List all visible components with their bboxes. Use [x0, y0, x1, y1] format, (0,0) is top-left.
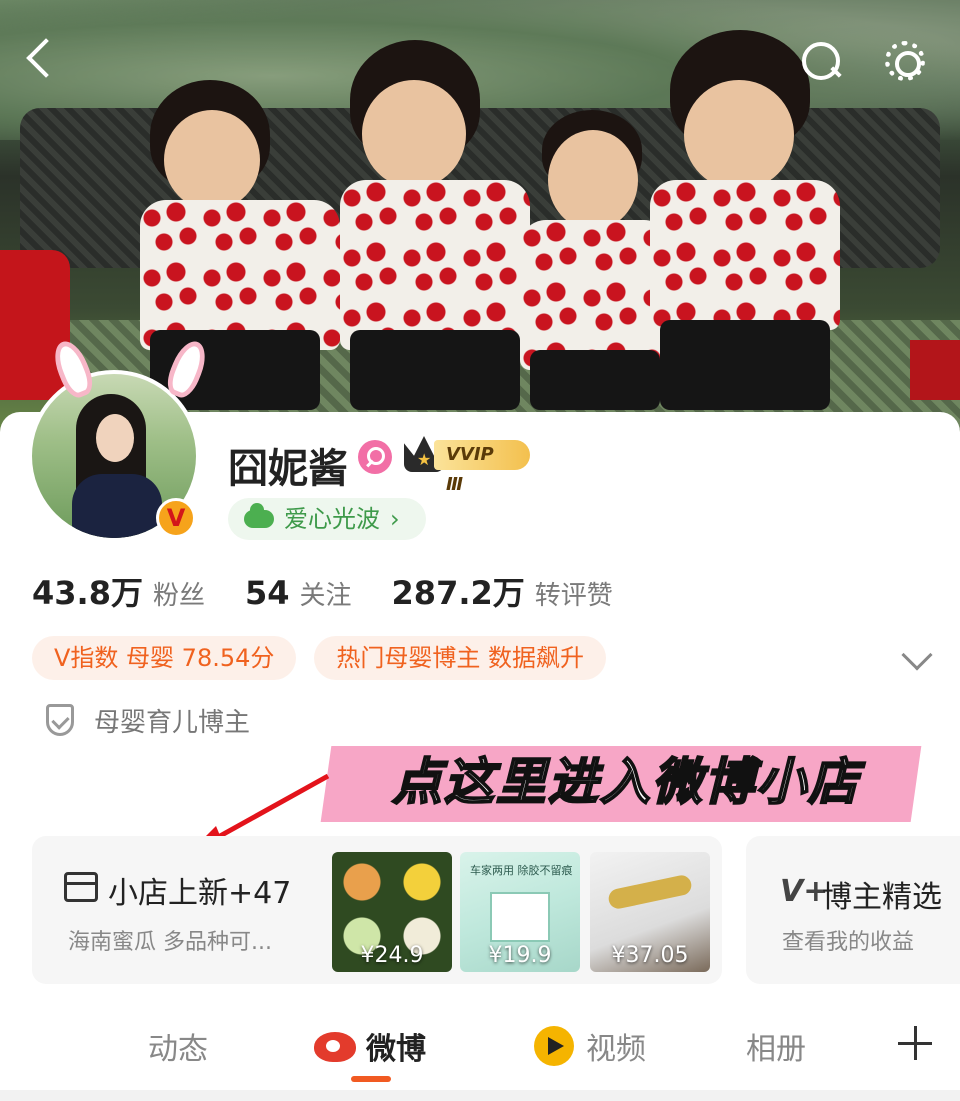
search-icon[interactable] — [800, 40, 840, 80]
product-thumbnail[interactable]: ¥24.9 — [332, 852, 452, 972]
chevron-right-icon: › — [390, 505, 400, 533]
shop-subtitle: 海南蜜瓜 多品种可... — [68, 930, 272, 955]
child-figure-1 — [120, 80, 340, 410]
tag-v-index[interactable]: V指数 母婴 78.54分 — [32, 636, 297, 680]
stat-following[interactable]: 54 关注 — [245, 574, 352, 612]
profile-tags: V指数 母婴 78.54分 热门母婴博主 数据飙升 — [32, 636, 607, 680]
love-wave-label: 爱心光波 — [284, 505, 380, 533]
picks-subtitle: 查看我的收益 — [782, 930, 915, 955]
product-price: ¥37.05 — [611, 943, 689, 968]
product-caption: 车家两用 除胶不留痕 — [470, 864, 573, 877]
blogger-picks-card[interactable]: V+ 博主精选 查看我的收益 — [746, 836, 960, 984]
category-label: 母婴育儿博主 — [94, 707, 251, 738]
tab-dynamic[interactable]: 动态 — [148, 1024, 208, 1068]
stat-likes[interactable]: 287.2万 转评赞 — [392, 568, 613, 614]
gondola-frame-right — [910, 340, 960, 400]
tab-album[interactable]: 相册 — [746, 1024, 806, 1068]
picks-title: 博主精选 — [822, 880, 942, 915]
product-price: ¥24.9 — [360, 943, 424, 968]
video-icon — [534, 1026, 574, 1066]
vvip-label: VVIP Ⅲ — [434, 440, 530, 495]
tag-hot-blogger[interactable]: 热门母婴博主 数据飙升 — [314, 636, 607, 680]
divider — [0, 1090, 960, 1101]
shop-title: 小店上新+47 — [108, 876, 292, 911]
profile-name: 囧妮酱 — [228, 446, 348, 492]
shop-card[interactable]: 小店上新+47 海南蜜瓜 多品种可... ¥24.9 车家两用 除胶不留痕 ¥1… — [32, 836, 722, 984]
child-figure-2 — [330, 40, 530, 410]
avatar[interactable]: V — [28, 336, 212, 542]
love-wave-button[interactable]: 爱心光波 › — [228, 498, 426, 540]
product-thumbnail[interactable]: 车家两用 除胶不留痕 ¥19.9 — [460, 852, 580, 972]
active-tab-indicator — [351, 1076, 391, 1082]
stat-followers[interactable]: 43.8万 粉丝 — [32, 568, 205, 614]
tab-weibo[interactable]: 微博 — [366, 1024, 426, 1068]
settings-icon[interactable] — [882, 38, 926, 82]
back-icon[interactable] — [22, 34, 62, 84]
stat-label: 粉丝 — [152, 581, 205, 611]
plus-icon[interactable] — [898, 1026, 932, 1060]
profile-tabs: 动态 微博 视频 相册 — [0, 1010, 960, 1090]
verified-v-icon: V — [156, 498, 196, 538]
product-price: ¥19.9 — [488, 943, 552, 968]
stat-value: 287.2万 — [391, 574, 525, 612]
shield-icon — [46, 704, 74, 736]
shop-icon — [64, 872, 98, 902]
stat-label: 关注 — [299, 581, 352, 611]
gender-female-icon — [358, 440, 392, 474]
cloud-icon — [244, 503, 274, 528]
child-figure-4 — [640, 30, 840, 410]
weibo-icon — [314, 1032, 356, 1062]
profile-stats: 43.8万 粉丝 54 关注 287.2万 转评赞 — [32, 568, 653, 612]
stat-label: 转评赞 — [534, 581, 613, 611]
tab-video[interactable]: 视频 — [586, 1024, 646, 1068]
product-thumbnail[interactable]: ¥37.05 — [590, 852, 710, 972]
blogger-category: 母婴育儿博主 — [46, 700, 250, 740]
stat-value: 54 — [244, 574, 290, 612]
stat-value: 43.8万 — [32, 574, 143, 612]
vvip-badge[interactable]: ★ VVIP Ⅲ — [404, 436, 530, 495]
annotation-text: 点这里进入微博小店 — [391, 752, 860, 812]
